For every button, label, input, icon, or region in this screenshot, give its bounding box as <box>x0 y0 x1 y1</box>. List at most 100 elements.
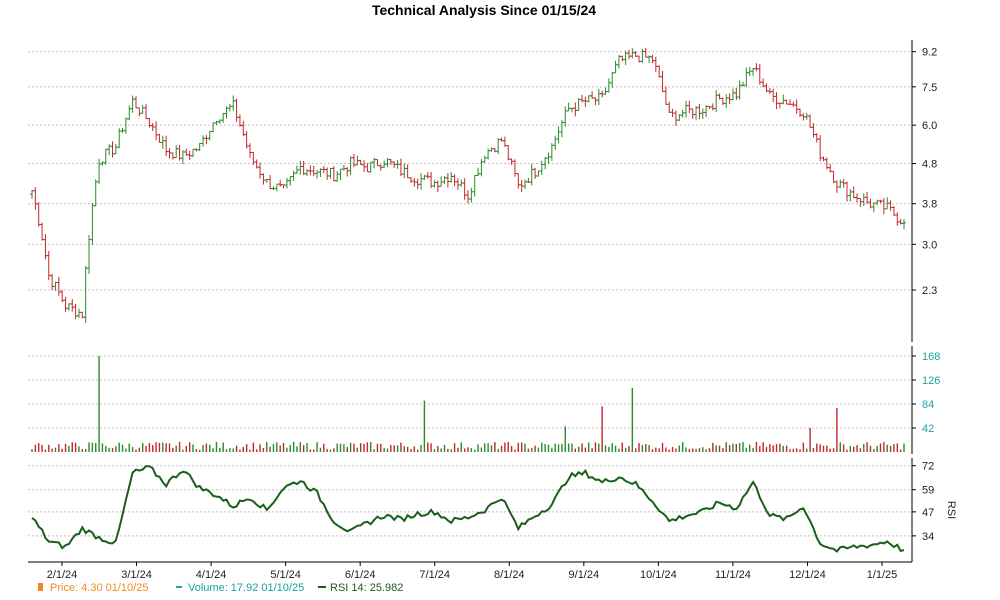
price-ohlc-bar <box>331 166 336 182</box>
date-tick-label: 1/1/25 <box>867 569 898 581</box>
volume-bar <box>534 445 536 452</box>
volume-bar <box>799 449 801 452</box>
price-ohlc-bar <box>472 174 477 197</box>
volume-bar <box>708 448 711 452</box>
volume-bar <box>74 442 77 452</box>
volume-bar <box>749 444 751 452</box>
price-ohlc-bar <box>315 169 320 179</box>
volume-bar <box>111 447 114 452</box>
volume-bar <box>474 449 476 452</box>
legend-label: Volume: 17.92 01/10/25 <box>188 582 304 594</box>
volume-bar <box>467 447 469 452</box>
technical-analysis-chart: Technical Analysis Since 01/15/24 9.2 7.5… <box>28 2 957 594</box>
volume-bar <box>430 443 432 452</box>
price-ohlc-bar <box>543 157 548 170</box>
price-ohlc-bar <box>831 170 836 184</box>
volume-bar <box>762 442 764 452</box>
volume-bar <box>138 447 141 452</box>
volume-bar <box>567 443 570 452</box>
volume-bar <box>614 445 617 452</box>
volume-bar <box>282 442 285 452</box>
volume-bar <box>547 444 550 452</box>
volume-gridlines <box>28 355 916 429</box>
volume-bar <box>698 448 701 452</box>
volume-bar <box>826 445 828 452</box>
price-ohlc-bar <box>53 281 58 291</box>
price-ohlc-bar <box>442 175 447 184</box>
volume-bar <box>852 446 855 452</box>
volume-bar <box>390 445 392 452</box>
price-ohlc-bar <box>751 68 756 76</box>
volume-bar <box>477 444 479 452</box>
volume-bar <box>661 442 664 452</box>
price-ohlc-bar <box>838 179 843 189</box>
volume-bar <box>222 442 224 452</box>
volume-bar <box>38 443 40 452</box>
price-ohlc-bar <box>328 167 333 179</box>
price-ohlc-bar <box>606 78 611 93</box>
price-ohlc-bar <box>33 187 38 210</box>
price-ohlc-bar <box>83 265 88 323</box>
volume-bar <box>158 442 161 452</box>
price-ohlc-bar <box>261 173 266 185</box>
price-ohlc-bar <box>362 160 367 173</box>
volume-bar <box>728 444 731 452</box>
price-ohlc-bar <box>482 155 487 163</box>
price-ohlc-bar <box>432 180 437 188</box>
volume-bar <box>715 445 717 452</box>
price-ohlc-bar <box>516 173 521 189</box>
price-ohlc-bar <box>87 235 92 274</box>
price-ohlc-bar <box>325 167 330 180</box>
price-ohlc-bar <box>680 109 685 118</box>
price-ohlc-bar <box>781 94 786 105</box>
volume-bar <box>722 448 724 452</box>
price-ohlc-bar <box>486 148 491 160</box>
price-ohlc-bar <box>97 158 102 184</box>
price-ohlc-bar <box>455 178 460 190</box>
price-ohlc-bar <box>466 190 470 204</box>
price-ohlc-bar <box>844 181 849 202</box>
volume-bar <box>447 448 449 452</box>
price-ohlc-bar <box>673 110 678 126</box>
volume-bar <box>470 448 473 452</box>
price-ohlc-bar <box>539 160 544 175</box>
volume-bar <box>235 445 238 452</box>
volume-bar <box>893 443 895 452</box>
price-ohlc-bar <box>164 135 169 157</box>
volume-bar <box>192 444 194 452</box>
date-tick-label: 7/1/24 <box>419 569 450 581</box>
volume-bar <box>812 448 815 452</box>
volume-bar <box>400 442 402 452</box>
price-ohlc-bar <box>684 100 688 118</box>
legend-price-marker <box>38 583 43 591</box>
volume-bar <box>148 443 151 452</box>
volume-bar <box>215 442 218 452</box>
volume-bar <box>410 449 412 452</box>
price-ohlc-bar <box>40 222 45 241</box>
price-tick-label: 3.8 <box>922 199 937 211</box>
volume-bar <box>785 445 788 452</box>
volume-bar <box>759 445 761 452</box>
volume-bar <box>520 442 523 452</box>
volume-bar <box>162 442 164 452</box>
price-ohlc-bar <box>274 183 279 192</box>
volume-tick-labels: 168 126 84 42 <box>922 351 940 435</box>
volume-bar <box>31 448 33 452</box>
volume-bar <box>795 448 798 452</box>
volume-bar <box>735 444 738 452</box>
price-tick-label: 3.0 <box>922 239 937 251</box>
price-ohlc-bar <box>221 112 226 123</box>
volume-bar <box>816 443 818 452</box>
volume-bar <box>886 444 888 452</box>
price-ohlc-bar <box>787 99 792 105</box>
price-ohlc-bar <box>848 189 853 202</box>
volume-bar <box>286 447 288 452</box>
volume-bar <box>131 446 134 452</box>
volume-bar <box>500 445 503 452</box>
volume-bar <box>668 449 670 452</box>
price-ohlc-bar <box>720 97 725 106</box>
volume-bar <box>608 446 610 452</box>
volume-bar <box>262 448 265 452</box>
date-tick-label: 3/1/24 <box>121 569 152 581</box>
price-ohlc-bar <box>190 148 195 158</box>
